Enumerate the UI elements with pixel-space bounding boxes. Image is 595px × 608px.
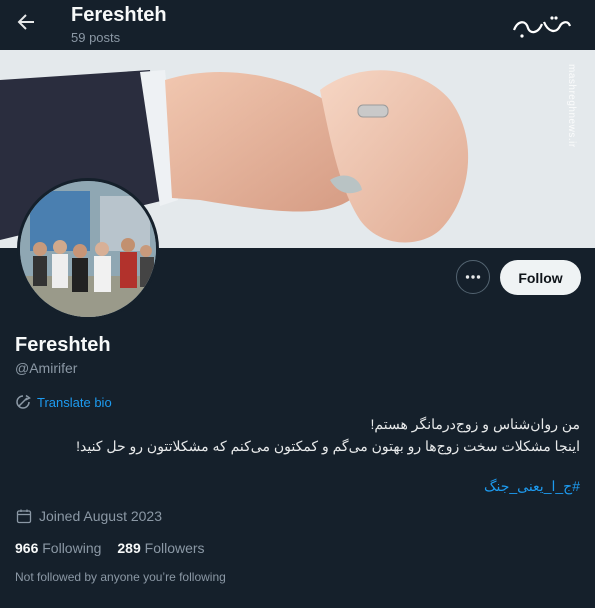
display-name: Fereshteh (15, 334, 111, 356)
back-arrow-icon[interactable] (14, 10, 38, 34)
followers-count: 289 (117, 540, 141, 556)
bio-line-2: اینجا مشکلات سخت زوج‌ها رو بهتون می‌گم و… (76, 438, 580, 454)
followers-label: Followers (144, 540, 205, 556)
following-count: 966 (15, 540, 39, 556)
calendar-icon (16, 509, 32, 524)
post-count: 59 posts (71, 30, 121, 45)
translate-icon (16, 394, 31, 409)
following-label: Following (42, 540, 102, 556)
avatar[interactable] (17, 178, 159, 320)
not-followed-note: Not followed by anyone you’re following (15, 570, 226, 584)
followers-link[interactable]: 289 Followers (117, 540, 204, 556)
user-handle: @Amirifer (15, 360, 78, 376)
profile-header: Fereshteh 59 posts (0, 0, 595, 50)
header-title: Fereshteh (71, 4, 167, 26)
more-options-button[interactable] (456, 260, 490, 294)
translate-bio-label: Translate bio (37, 394, 112, 410)
follow-stats: 966 Following 289 Followers (15, 540, 205, 556)
joined-label: Joined August 2023 (39, 508, 162, 524)
follow-button[interactable]: Follow (500, 260, 581, 295)
joined-date: Joined August 2023 (16, 508, 162, 524)
bio-line-1: من روان‌شناس و زوج‌درمانگر هستم! (370, 416, 580, 432)
following-link[interactable]: 966 Following (15, 540, 101, 556)
banner-watermark: mashreghnews.ir (566, 64, 577, 148)
ellipsis-icon (465, 275, 481, 279)
news-logo (508, 12, 574, 42)
bio-hashtag-link[interactable]: #ج_ا_یعنی_جنگ (484, 478, 580, 495)
avatar-group-photo (20, 181, 156, 317)
translate-bio-link[interactable]: Translate bio (15, 394, 112, 410)
